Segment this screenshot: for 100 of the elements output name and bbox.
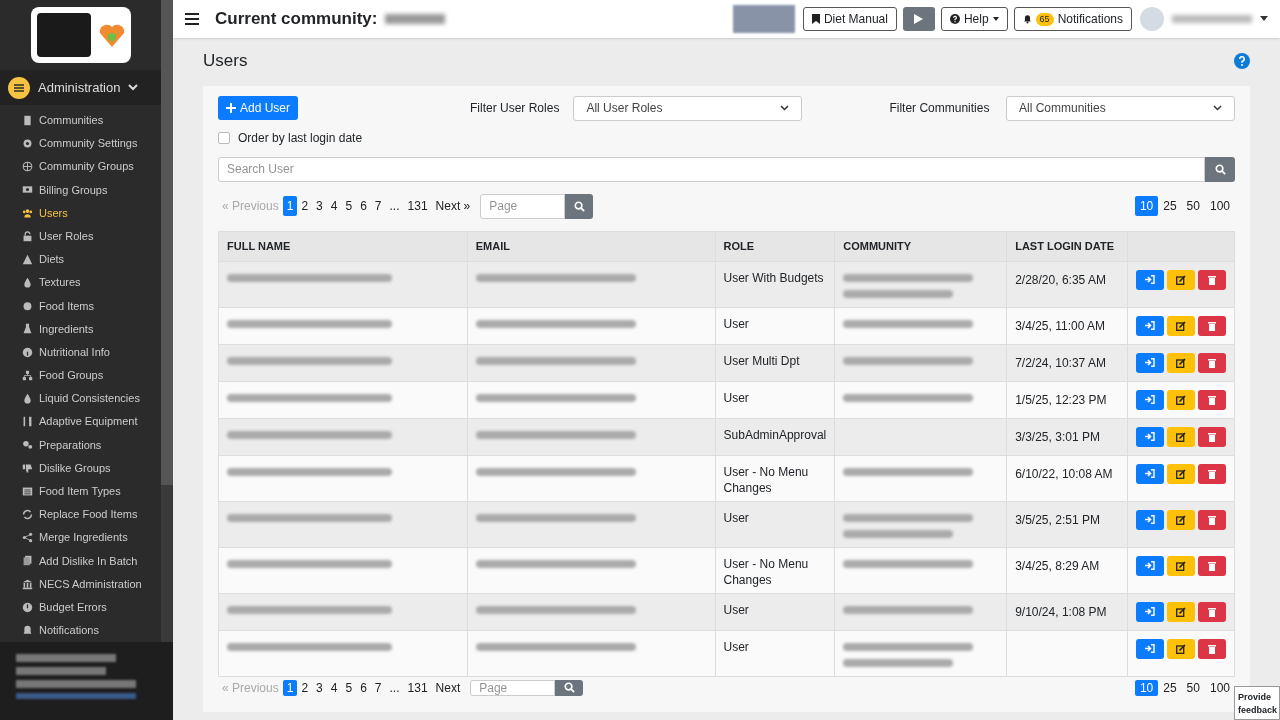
delete-button[interactable]: [1198, 601, 1226, 622]
page-link[interactable]: Next »: [431, 196, 475, 216]
sidebar-item[interactable]: Food Groups: [0, 363, 161, 387]
page-link[interactable]: 4: [326, 196, 342, 216]
edit-button[interactable]: [1167, 463, 1195, 484]
page-size-option[interactable]: 10: [1134, 679, 1159, 696]
login-button[interactable]: [1136, 269, 1164, 290]
caret-icon[interactable]: [1260, 16, 1268, 22]
sidebar-item[interactable]: Community Settings: [0, 131, 161, 156]
delete-button[interactable]: [1198, 638, 1226, 659]
page-size-option[interactable]: 25: [1158, 196, 1182, 216]
sidebar-item[interactable]: Diets: [0, 247, 161, 271]
search-field[interactable]: Search User: [218, 156, 1205, 182]
page-field[interactable]: Page: [480, 193, 566, 219]
sidebar-item[interactable]: Preparations: [0, 433, 161, 457]
delete-button[interactable]: [1198, 389, 1226, 410]
page-link[interactable]: 2: [297, 679, 313, 696]
delete-button[interactable]: [1198, 509, 1226, 530]
page-link[interactable]: 5: [341, 679, 357, 696]
roles-dropdown[interactable]: All User Roles: [573, 95, 803, 121]
sidebar-item[interactable]: Adaptive Equipment: [0, 410, 161, 434]
edit-button[interactable]: [1167, 601, 1195, 622]
page-link[interactable]: 131: [403, 679, 432, 696]
diet-manual-button[interactable]: Diet Manual: [802, 7, 897, 31]
login-button[interactable]: [1136, 555, 1164, 576]
sidebar-item[interactable]: Food Items: [0, 294, 161, 318]
sidebar-item[interactable]: Ingredients: [0, 317, 161, 341]
order-checkbox[interactable]: [218, 131, 230, 144]
page-link[interactable]: 4: [326, 679, 342, 696]
sidebar-item[interactable]: Users: [0, 201, 161, 225]
sidebar-item[interactable]: Nutritional Info: [0, 340, 161, 364]
delete-button[interactable]: [1198, 555, 1226, 576]
page-size-option[interactable]: 10: [1134, 196, 1159, 216]
login-button[interactable]: [1136, 315, 1164, 336]
delete-button[interactable]: [1198, 426, 1226, 447]
delete-button[interactable]: [1198, 352, 1226, 373]
page-size-option[interactable]: 50: [1181, 679, 1205, 696]
page-field[interactable]: Page: [470, 679, 556, 696]
page-link[interactable]: 1: [282, 679, 298, 696]
page-link[interactable]: Next: [431, 679, 465, 696]
login-button[interactable]: [1136, 389, 1164, 410]
delete-button[interactable]: [1198, 463, 1226, 484]
sidebar-item[interactable]: Replace Food Items: [0, 502, 161, 527]
add-user-button[interactable]: Add User: [218, 96, 299, 120]
communities-dropdown[interactable]: All Communities: [1006, 95, 1235, 121]
page-link[interactable]: 7: [370, 196, 386, 216]
help-dropdown[interactable]: Help: [940, 7, 1008, 31]
page-size-option[interactable]: 25: [1158, 679, 1182, 696]
page-link[interactable]: ...: [385, 679, 404, 696]
play-button[interactable]: [902, 7, 935, 31]
login-button[interactable]: [1136, 352, 1164, 373]
page-link[interactable]: ...: [385, 196, 404, 216]
menu-icon[interactable]: [185, 13, 199, 25]
sidebar-item[interactable]: Food Item Types: [0, 479, 161, 503]
login-button[interactable]: [1136, 638, 1164, 659]
sidebar-item[interactable]: Budget Errors: [0, 595, 161, 619]
edit-button[interactable]: [1167, 638, 1195, 659]
login-button[interactable]: [1136, 601, 1164, 622]
sidebar-item[interactable]: Community Groups: [0, 155, 161, 179]
login-button[interactable]: [1136, 463, 1164, 484]
page-link[interactable]: 3: [312, 196, 327, 216]
delete-button[interactable]: [1198, 315, 1226, 336]
page-link[interactable]: 6: [356, 196, 371, 216]
help-icon[interactable]: [1234, 52, 1250, 69]
edit-button[interactable]: [1167, 315, 1195, 336]
page-link[interactable]: 131: [403, 196, 432, 216]
sidebar-item[interactable]: Add Dislike In Batch: [0, 549, 161, 573]
edit-button[interactable]: [1167, 352, 1195, 373]
go-button[interactable]: [565, 193, 594, 219]
go-button[interactable]: [555, 679, 584, 696]
login-button[interactable]: [1136, 509, 1164, 530]
login-button[interactable]: [1136, 426, 1164, 447]
page-link[interactable]: 5: [341, 196, 357, 216]
notifications-button[interactable]: 65 Notifications: [1013, 7, 1132, 31]
edit-button[interactable]: [1167, 509, 1195, 530]
feedback-tab[interactable]: Provide feedback: [1234, 686, 1280, 720]
sidebar-item[interactable]: Communities: [0, 108, 161, 132]
search-button[interactable]: [1205, 156, 1235, 182]
sidebar-item[interactable]: Textures: [0, 271, 161, 295]
scrollbar[interactable]: [161, 0, 173, 485]
edit-button[interactable]: [1167, 555, 1195, 576]
page-size-option[interactable]: 100: [1204, 196, 1235, 216]
page-link[interactable]: 1: [282, 196, 298, 216]
sidebar-item[interactable]: User Roles: [0, 224, 161, 248]
sidebar-item[interactable]: Merge Ingredients: [0, 526, 161, 550]
edit-button[interactable]: [1167, 269, 1195, 290]
edit-button[interactable]: [1167, 426, 1195, 447]
edit-button[interactable]: [1167, 389, 1195, 410]
page-link[interactable]: 2: [297, 196, 313, 216]
page-link[interactable]: 3: [312, 679, 327, 696]
page-size-option[interactable]: 50: [1181, 196, 1205, 216]
sidebar-item[interactable]: NECS Administration: [0, 572, 161, 596]
sidebar-item[interactable]: Liquid Consistencies: [0, 386, 161, 411]
page-link[interactable]: 7: [370, 679, 386, 696]
delete-button[interactable]: [1198, 269, 1226, 290]
sidebar-item[interactable]: Notifications: [0, 618, 161, 642]
sidebar-item[interactable]: Billing Groups: [0, 178, 161, 202]
sidebar-item[interactable]: Dislike Groups: [0, 456, 161, 480]
page-size-option[interactable]: 100: [1204, 679, 1235, 696]
page-link[interactable]: 6: [356, 679, 371, 696]
